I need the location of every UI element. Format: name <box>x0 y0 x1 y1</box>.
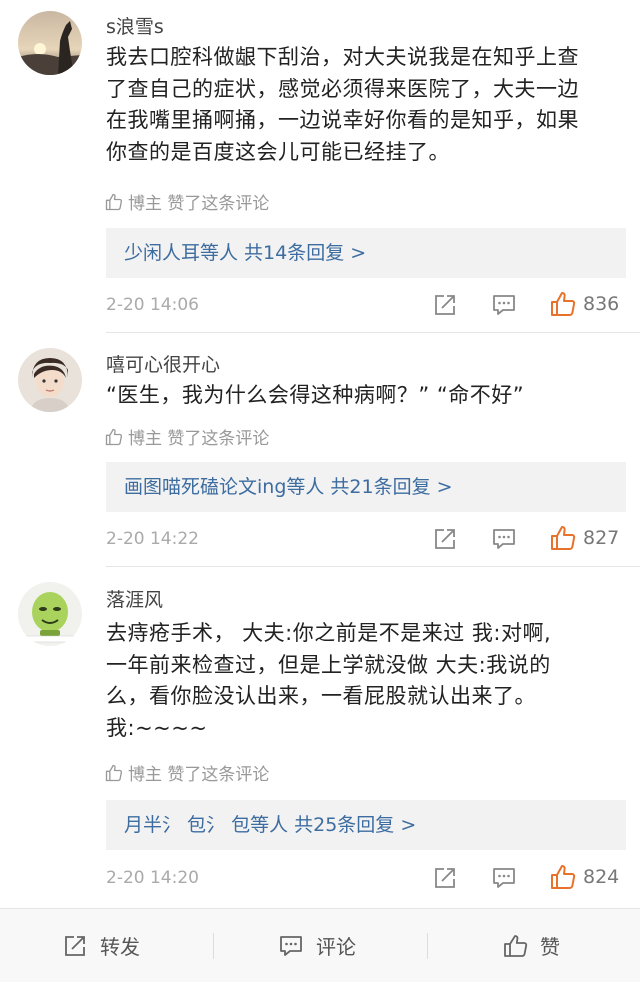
like-button[interactable]: 836 <box>549 290 619 318</box>
divider <box>106 332 640 333</box>
author-liked: 博主 赞了这条评论 <box>104 760 269 785</box>
replies-link[interactable]: 画图喵死磕论文ing等人 共21条回复 > <box>106 462 626 512</box>
thumbs-up-outline-icon <box>105 764 123 781</box>
username[interactable]: s浪雪s <box>106 12 164 39</box>
thumbs-up-icon <box>504 934 528 957</box>
share-icon[interactable] <box>432 865 458 891</box>
like-button[interactable]: 赞 <box>502 909 560 982</box>
replies-link[interactable]: 月半氵 包氵 包等人 共25条回复 > <box>106 800 626 850</box>
thumbs-up-icon <box>551 526 576 550</box>
author-liked: 博主 赞了这条评论 <box>104 189 269 214</box>
repost-label: 转发 <box>100 935 140 959</box>
share-icon[interactable] <box>432 526 458 552</box>
repost-icon <box>65 935 85 956</box>
comment-label: 评论 <box>316 935 356 959</box>
replies-link[interactable]: 少闲人耳等人 共14条回复 > <box>106 228 626 278</box>
liked-by-text: 博主 赞了这条评论 <box>128 765 270 785</box>
comment-line: 在我嘴里捅啊捅，一边说幸好你看的是知乎，如果 <box>106 108 579 132</box>
like-button[interactable]: 824 <box>549 863 619 891</box>
comment-meta: 2-20 14:20 824 <box>106 865 620 891</box>
like-label: 赞 <box>540 935 560 959</box>
comment-text: “医生，我为什么会得这种病啊？” “命不好” <box>106 380 630 412</box>
timestamp: 2-20 14:22 <box>106 529 199 549</box>
comment-line: “医生，我为什么会得这种病啊？” “命不好” <box>106 383 525 407</box>
username[interactable]: 嘻可心很开心 <box>106 350 220 377</box>
comment-meta: 2-20 14:06 836 <box>106 292 620 318</box>
divider <box>106 566 640 567</box>
replies-preview[interactable]: 月半氵 包氵 包等人 共25条回复 > <box>106 800 626 850</box>
timestamp: 2-20 14:06 <box>106 295 199 315</box>
share-icon[interactable] <box>432 292 458 318</box>
author-liked: 博主 赞了这条评论 <box>104 424 269 449</box>
separator <box>213 933 214 959</box>
comment-icon <box>280 935 302 956</box>
thumbs-up-outline-icon <box>105 428 123 445</box>
comment-line: 我:~~~~ <box>106 715 208 740</box>
comment-icon[interactable] <box>491 292 517 318</box>
thumbs-up-icon <box>551 865 576 889</box>
bottom-action-bar: 转发 评论 赞 <box>0 908 640 982</box>
liked-by-text: 博主 赞了这条评论 <box>128 194 270 214</box>
comment-line: 么，看你脸没认出来，一看屁股就认出来了。 <box>106 684 536 708</box>
avatar[interactable] <box>18 11 82 75</box>
like-count: 824 <box>583 866 620 888</box>
comment-icon[interactable] <box>491 865 517 891</box>
comment-meta: 2-20 14:22 827 <box>106 526 620 552</box>
thumbs-up-icon <box>551 292 576 316</box>
like-count: 827 <box>583 527 620 549</box>
comment-text: 去痔疮手术， 大夫:你之前是不是来过 我:对啊, 一年前来检查过，但是上学就没做… <box>106 618 630 744</box>
like-button[interactable]: 827 <box>549 524 619 552</box>
timestamp: 2-20 14:20 <box>106 868 199 888</box>
comment-button[interactable]: 评论 <box>278 909 356 982</box>
thumbs-up-outline-icon <box>105 193 123 210</box>
liked-by-text: 博主 赞了这条评论 <box>128 429 270 449</box>
avatar[interactable] <box>18 582 82 646</box>
comment-line: 了查自己的症状，感觉必须得来医院了，大夫一边 <box>106 76 579 101</box>
comment-line: 去痔疮手术， 大夫:你之前是不是来过 我:对啊, <box>106 621 552 645</box>
comment-text: 我去口腔科做龈下刮治，对大夫说我是在知乎上查 了查自己的症状，感觉必须得来医院了… <box>106 42 630 168</box>
separator <box>427 933 428 959</box>
comment-icon[interactable] <box>491 526 517 552</box>
replies-preview[interactable]: 少闲人耳等人 共14条回复 > <box>106 228 626 278</box>
comment-line: 一年前来检查过，但是上学就没做 大夫:我说的 <box>106 652 551 677</box>
like-count: 836 <box>583 293 620 315</box>
replies-preview[interactable]: 画图喵死磕论文ing等人 共21条回复 > <box>106 462 626 512</box>
comment-line: 你查的是百度这会儿可能已经挂了。 <box>106 139 450 164</box>
comment-line: 我去口腔科做龈下刮治，对大夫说我是在知乎上查 <box>106 45 579 69</box>
username[interactable]: 落涯风 <box>106 585 163 612</box>
repost-button[interactable]: 转发 <box>62 909 140 982</box>
avatar[interactable] <box>18 348 82 412</box>
